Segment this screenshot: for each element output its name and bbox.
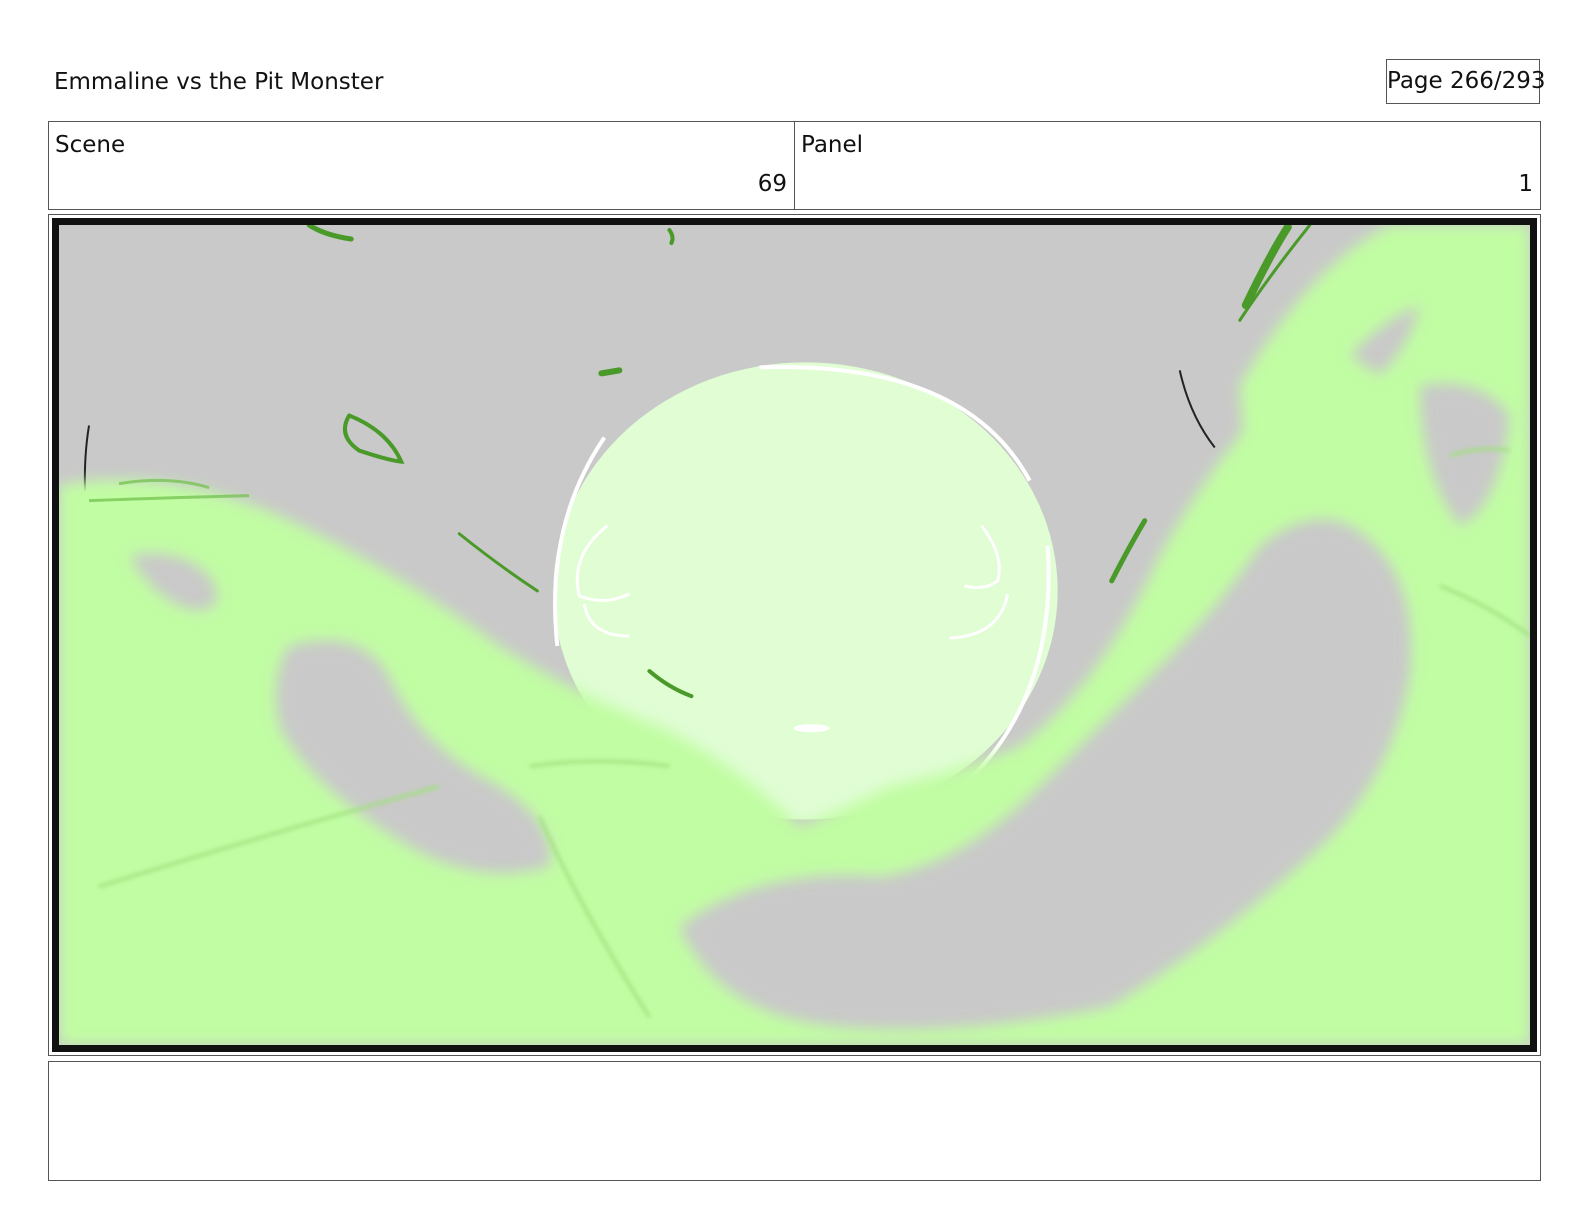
storyboard-frame [48,214,1541,1056]
panel-number: 1 [1518,171,1533,197]
storyboard-frame-border [52,218,1537,1052]
panel-cell: Panel 1 [795,122,1540,209]
scene-number: 69 [757,171,787,197]
panel-label: Panel [801,132,864,158]
page-number: Page 266/293 [1386,59,1546,104]
scene-panel-info: Scene 69 Panel 1 [48,121,1541,210]
document-title: Emmaline vs the Pit Monster [54,69,384,95]
scene-cell: Scene 69 [49,122,795,209]
panel-notes [48,1061,1541,1181]
storyboard-artwork [59,225,1530,1045]
scene-label: Scene [55,132,126,158]
